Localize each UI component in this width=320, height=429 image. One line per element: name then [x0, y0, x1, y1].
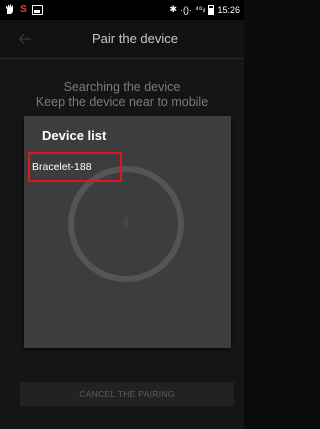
- search-status-line2: Keep the device near to mobile: [35, 95, 209, 109]
- bluetooth-icon: ✱: [169, 4, 177, 14]
- image-icon: [32, 4, 43, 15]
- back-arrow-icon[interactable]: [16, 30, 34, 48]
- notification-icons: S: [4, 4, 43, 15]
- status-bar: S ✱ ·()· ⁴⁶ᵢₗ 15:26: [0, 0, 244, 20]
- status-time: 15:26: [217, 4, 240, 15]
- device-list-title: Device list: [42, 128, 107, 143]
- search-status: Searching the device Keep the device nea…: [0, 80, 244, 110]
- vibrate-icon: ·()·: [179, 4, 192, 15]
- signal-icon: ⁴⁶ᵢₗ: [194, 4, 206, 14]
- device-item-bracelet-188[interactable]: Bracelet-188: [28, 152, 122, 182]
- bluetooth-search-icon: [120, 215, 132, 231]
- cancel-pairing-button[interactable]: CANCEL THE PAIRING: [20, 382, 234, 406]
- search-status-line1: Searching the device: [63, 80, 181, 94]
- pair-device-screen: S ✱ ·()· ⁴⁶ᵢₗ 15:26 Pair the device Sear…: [0, 0, 244, 429]
- device-item-label: Bracelet-188: [32, 161, 92, 173]
- device-list-dialog: Device list Bracelet-188: [24, 116, 231, 348]
- app-bar: Pair the device: [0, 20, 244, 59]
- battery-icon: [208, 4, 215, 15]
- system-icons: ✱ ·()· ⁴⁶ᵢₗ 15:26: [169, 4, 240, 15]
- s-app-icon: S: [20, 4, 27, 15]
- hand-icon: [4, 4, 15, 15]
- page-title: Pair the device: [92, 31, 178, 46]
